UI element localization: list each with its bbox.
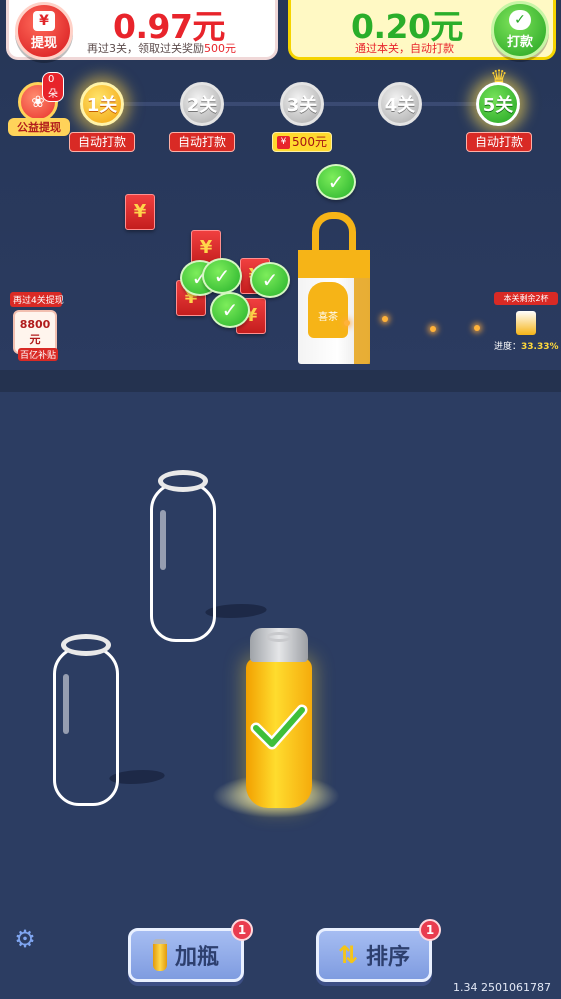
bottle-neck (158, 470, 208, 492)
add-bottle-label: 加瓶 (174, 945, 219, 970)
spark (474, 325, 480, 331)
pay-button[interactable]: ✓ 打款 (491, 1, 549, 59)
progress-percent: 33.33% (521, 342, 559, 352)
wechat-check-icon: ✓ (202, 258, 242, 294)
add-bottle-badge: 1 (231, 919, 253, 941)
withdraw-button[interactable]: ¥ 提现 (15, 2, 73, 60)
full-bottle[interactable] (246, 628, 312, 808)
withdraw-subtitle: 再过3关，领取过关奖励500元 (87, 40, 236, 56)
pay-subtitle: 通过本关，自动打款 (355, 42, 454, 55)
level-5[interactable]: 5关 (476, 82, 520, 126)
wechat-check-icon: ✓ (316, 164, 356, 200)
level-3-tag: ¥ 500元 (272, 132, 332, 152)
bottle-icon (152, 939, 167, 971)
bag-handle (312, 212, 356, 252)
level-2-label: 2关 (186, 95, 218, 116)
level-5-tag: 自动打款 (466, 132, 532, 152)
level-3[interactable]: 3关 (280, 82, 324, 126)
promo-foot: 百亿补贴 (18, 348, 58, 361)
bottle-shine (160, 510, 166, 570)
cap-ring (266, 632, 292, 642)
add-bottle-button[interactable]: 加瓶 1 (128, 919, 253, 982)
check-icon (250, 704, 308, 750)
spark (344, 320, 350, 326)
level-5-label: 5关 (482, 95, 514, 116)
progress-label: 进度： (494, 342, 522, 352)
sort-badge: 1 (419, 919, 441, 941)
withdraw-subtitle-text: 再过3关，领取过关奖励 (87, 42, 204, 55)
sort-label: 排序 (366, 945, 411, 970)
tea-bag: 喜茶 ✓ (298, 164, 370, 366)
progress-text: 进度：33.33% (494, 339, 559, 352)
gear-icon[interactable]: ⚙ (12, 926, 38, 952)
withdraw-card[interactable]: ¥ 提现 0.97元 再过3关，领取过关奖励500元 (6, 0, 278, 60)
sort-button[interactable]: ⇅ 排序 1 (316, 919, 441, 982)
level-1-label: 1关 (86, 95, 118, 116)
wechat-check-icon: ✓ (509, 10, 531, 30)
yen-icon: ¥ (277, 135, 291, 149)
cup-icon (516, 311, 536, 335)
bottle-shine (63, 674, 69, 734)
sort-icon: ⇅ (337, 941, 359, 969)
bag-side (354, 250, 370, 364)
level-4[interactable]: 4关 (378, 82, 422, 126)
version-label: 1.34 2501061787 (453, 981, 551, 994)
level-2-tag: 自动打款 (169, 132, 235, 152)
scene-divider (0, 370, 561, 392)
charity-withdraw[interactable]: ❀ 0朵 公益提现 (8, 72, 70, 136)
promo-withdraw[interactable]: 再过4关提现 8800元 百亿补贴 (10, 292, 64, 361)
level-4-label: 4关 (384, 95, 416, 116)
bottle-neck (61, 634, 111, 656)
pay-button-label: 打款 (506, 35, 533, 50)
level-2[interactable]: 2关 (180, 82, 224, 126)
empty-bottle[interactable] (53, 634, 119, 808)
empty-bottle[interactable] (150, 470, 216, 644)
pay-card[interactable]: 0.20元 通过本关，自动打款 ✓ 打款 (288, 0, 556, 60)
red-envelope: ¥ (125, 194, 155, 230)
progress-tag: 本关剩余2杯 (494, 292, 558, 305)
wechat-check-icon: ✓ (250, 262, 290, 298)
charity-label: 公益提现 (8, 118, 70, 136)
wechat-check-icon: ✓ (210, 292, 250, 328)
level-3-label: 3关 (286, 95, 318, 116)
bag-logo: 喜茶 (308, 282, 348, 338)
charity-badge: 0朵 (42, 72, 64, 102)
spark (430, 326, 436, 332)
level-progress: 本关剩余2杯 进度：33.33% (494, 292, 559, 362)
spark (382, 316, 388, 322)
yen-icon: ¥ (33, 11, 55, 31)
level-1[interactable]: 1关 (80, 82, 124, 126)
level-3-tag-text: 500元 (292, 135, 327, 149)
withdraw-button-label: 提现 (30, 36, 57, 51)
promo-tag: 再过4关提现 (10, 292, 64, 307)
withdraw-subtitle-accent: 500元 (204, 42, 236, 55)
level-1-tag: 自动打款 (69, 132, 135, 152)
